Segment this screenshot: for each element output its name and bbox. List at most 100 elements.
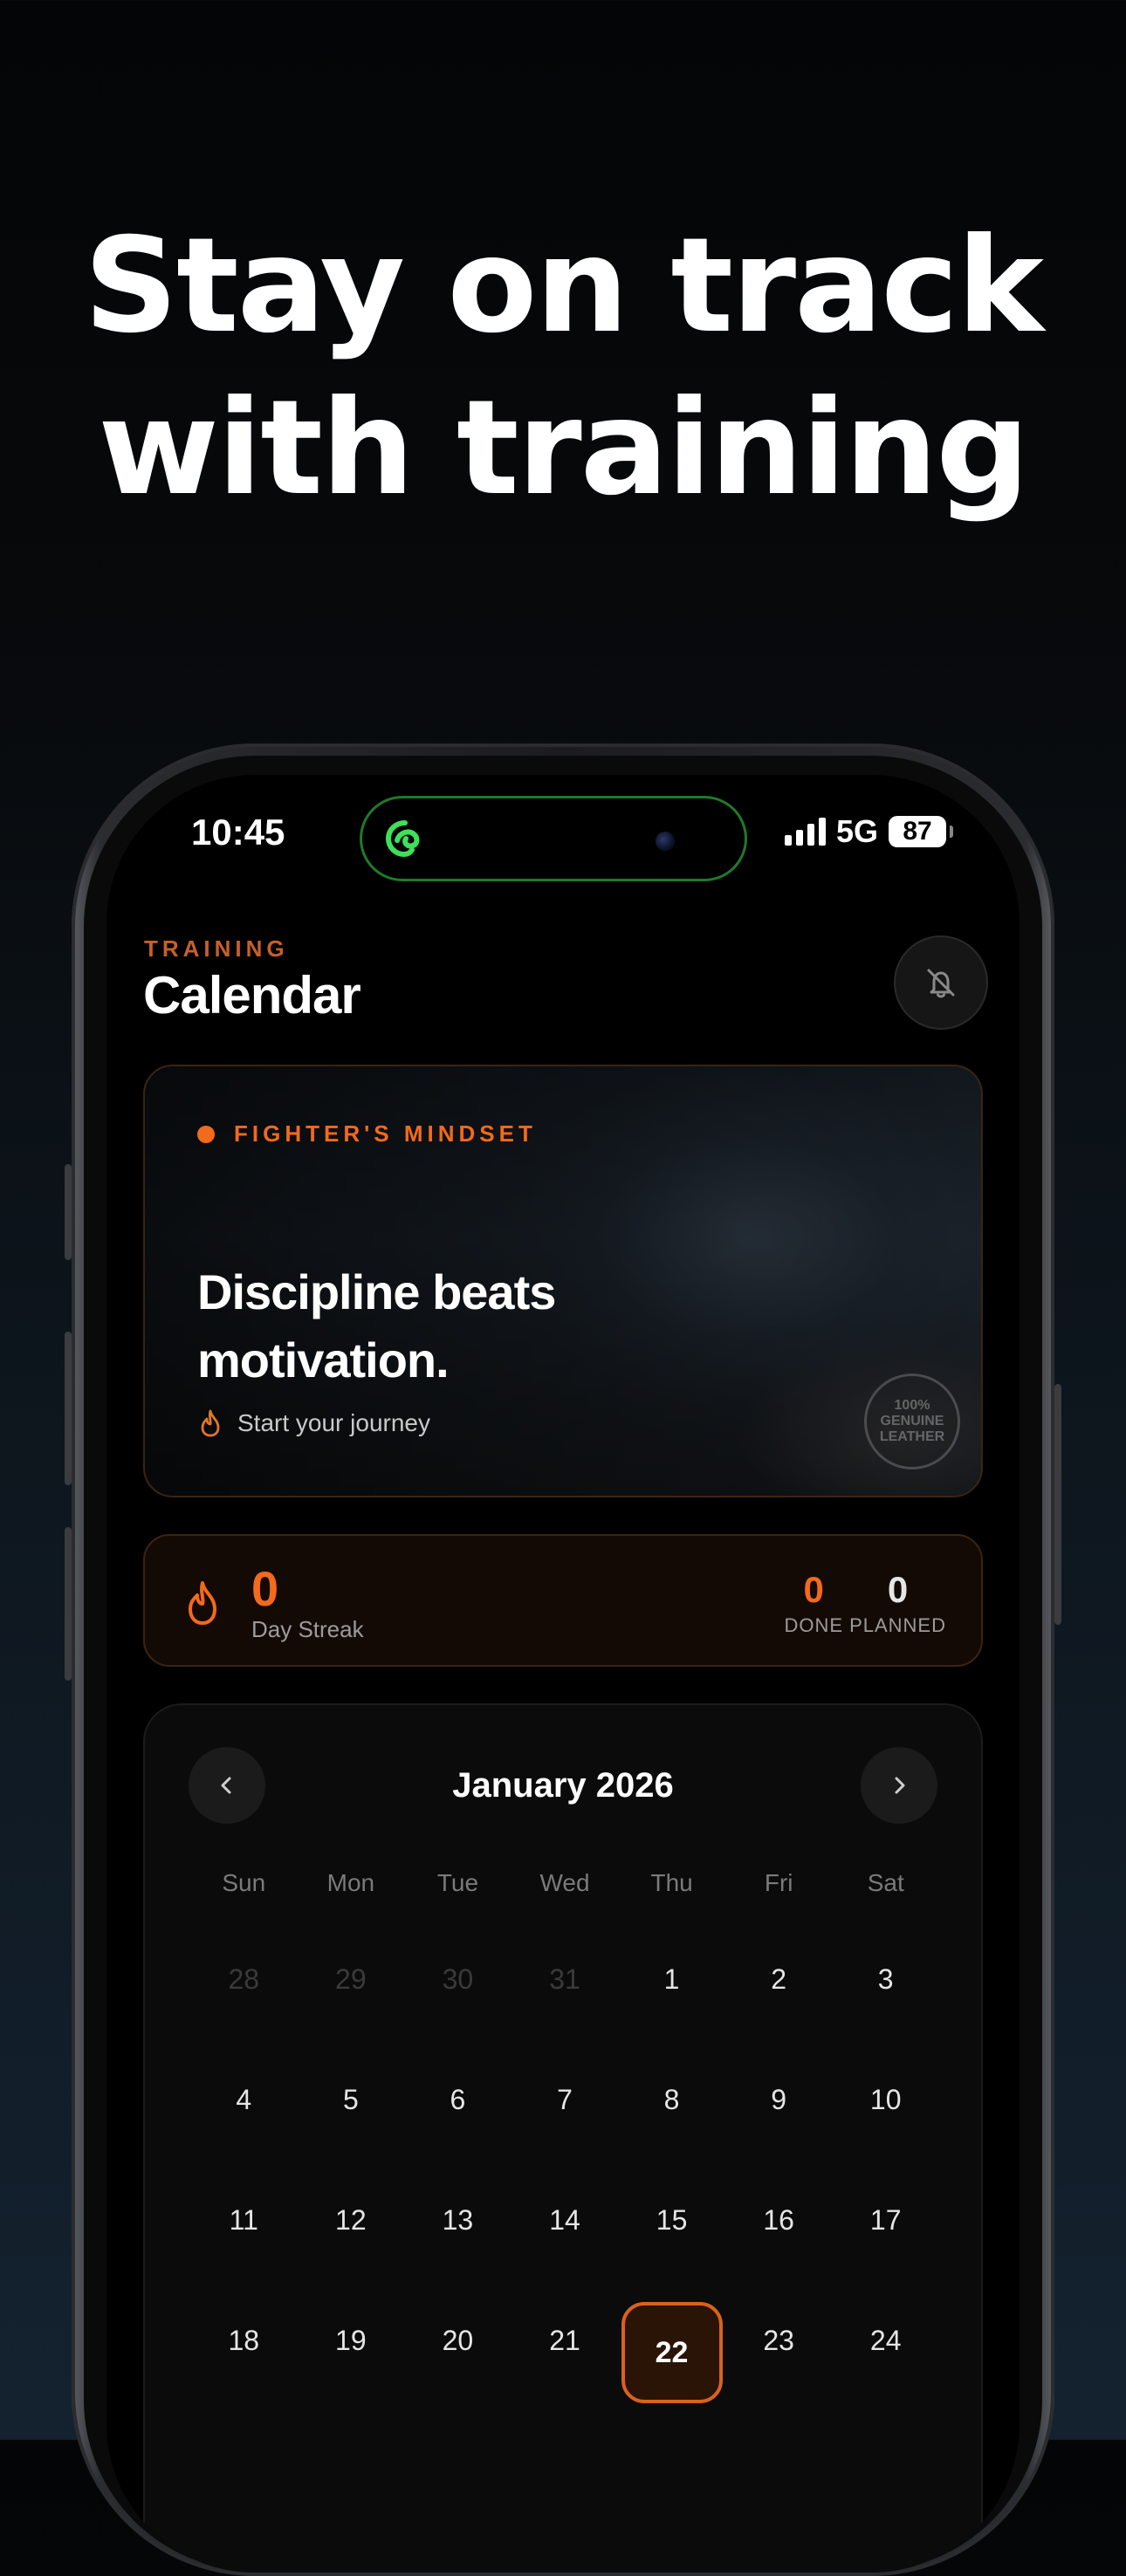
network-type: 5G — [835, 813, 878, 849]
calendar-day[interactable]: 7 — [512, 2061, 619, 2182]
calendar-day[interactable]: 3 — [832, 1941, 939, 2061]
weekday-label: Sat — [867, 1869, 904, 1896]
calendar-day[interactable]: 28 — [190, 1941, 298, 2061]
calendar-day-number: 17 — [869, 2204, 902, 2236]
weekday-label: Fri — [764, 1869, 793, 1896]
calendar-day-number: 8 — [663, 2084, 680, 2115]
calendar-day[interactable]: 23 — [725, 2302, 833, 2422]
weekday-label: Mon — [326, 1869, 375, 1896]
streak-label: Day Streak — [251, 1616, 364, 1642]
weekday-label: Tue — [436, 1869, 479, 1896]
days-grid: 28 29 30 31 1 2 3 4 5 6 7 8 9 10 11 12 13 14 15 16 17 18 19 20 2… — [190, 1941, 939, 2422]
calendar-day-number: 1 — [663, 1963, 680, 1995]
volume-down-button — [65, 1527, 72, 1681]
front-camera — [656, 832, 675, 851]
calendar-day-number: 16 — [763, 2204, 794, 2236]
calendar-day[interactable]: 5 — [298, 2061, 405, 2182]
bell-off-icon — [927, 969, 955, 998]
calendar-day[interactable]: 29 — [298, 1941, 405, 2061]
section-eyebrow: TRAINING — [144, 935, 289, 962]
calendar-day-number: 6 — [450, 2084, 466, 2115]
calendar-card: January 2026 Sun Mon Tue Wed Thu Fri Sat 28 29 3… — [143, 1703, 983, 2573]
calendar-day[interactable]: 15 — [618, 2182, 725, 2302]
flame-icon — [189, 1581, 216, 1625]
calendar-day[interactable]: 2 — [725, 1941, 833, 2061]
calendar-day[interactable]: 19 — [298, 2302, 405, 2422]
calendar-day[interactable]: 17 — [832, 2182, 939, 2302]
streak-card: 0 Day Streak 0 DONE 0 PLANNED — [143, 1534, 983, 1667]
planned-value: 0 — [887, 1569, 909, 1610]
calendar-day-number: 9 — [771, 2084, 787, 2115]
next-month-button[interactable] — [861, 1747, 937, 1824]
calendar-day-number: 28 — [228, 1963, 260, 1995]
weekday-header: Sun Mon Tue Wed Thu Fri Sat — [190, 1869, 939, 1897]
calendar-day-number: 11 — [229, 2204, 258, 2236]
status-time: 10:45 — [191, 812, 285, 853]
calendar-day[interactable]: 10 — [832, 2061, 939, 2182]
mindset-card[interactable]: FIGHTER'S MINDSET Discipline beats motiv… — [143, 1065, 983, 1497]
chevron-right-icon — [895, 1777, 905, 1794]
action-button — [65, 1164, 72, 1260]
calendar-day[interactable]: 9 — [725, 2061, 833, 2182]
calendar-day[interactable]: 1 — [618, 1941, 725, 2061]
calendar-day-number: 31 — [549, 1963, 580, 1995]
calendar-day[interactable]: 18 — [190, 2302, 298, 2422]
calendar-day[interactable]: 16 — [725, 2182, 833, 2302]
calendar-day-number: 15 — [656, 2204, 688, 2236]
status-indicators: 5G 87 — [784, 813, 953, 850]
calendar-day[interactable]: 31 — [512, 1941, 619, 2061]
calendar-day-number: 4 — [236, 2084, 252, 2115]
calendar-day-number: 23 — [763, 2325, 794, 2356]
calendar-day-number: 2 — [771, 1963, 787, 1995]
calendar-day[interactable]: 24 — [832, 2302, 939, 2422]
calendar-day-number: 21 — [549, 2325, 580, 2356]
calendar-day[interactable]: 20 — [404, 2302, 512, 2422]
flame-icon — [201, 1409, 220, 1437]
calendar-day[interactable]: 14 — [512, 2182, 619, 2302]
headline: Stay on track with training — [0, 205, 1126, 530]
battery-icon: 87 — [889, 816, 953, 847]
calendar-day-number: 3 — [877, 1963, 894, 1995]
hero-subtitle-text: Start your journey — [237, 1409, 430, 1436]
calendar-day-number: 20 — [442, 2325, 474, 2356]
power-button — [1054, 1384, 1061, 1625]
hero-quote-line-1: Discipline beats — [197, 1264, 556, 1319]
weekday-label: Thu — [650, 1869, 693, 1896]
hero-eyebrow-label: FIGHTER'S MINDSET — [234, 1120, 537, 1147]
planned-stat: 0 PLANNED — [849, 1569, 946, 1637]
calendar-day[interactable]: 6 — [404, 2061, 512, 2182]
hero-subtitle: Start your journey — [197, 1408, 430, 1438]
calendar-day-number: 18 — [228, 2325, 260, 2356]
weekday-label: Sun — [222, 1869, 266, 1896]
calendar-day-number: 29 — [335, 1963, 367, 1995]
calendar-day-number: 12 — [335, 2204, 367, 2236]
page-title: Calendar — [143, 966, 361, 1024]
calendar-day-number: 22 — [621, 2302, 723, 2403]
weekday-label: Wed — [539, 1869, 590, 1896]
calendar-day[interactable]: 21 — [512, 2302, 619, 2422]
headline-line-2: with training — [98, 373, 1029, 524]
signal-icon — [784, 818, 826, 846]
notifications-button[interactable] — [894, 935, 988, 1030]
hero-quote: Discipline beats motivation. — [197, 1258, 556, 1394]
calendar-day-number: 19 — [335, 2325, 367, 2356]
month-title: January 2026 — [452, 1766, 674, 1805]
headline-line-1: Stay on track — [84, 210, 1044, 362]
dynamic-island[interactable] — [360, 796, 747, 881]
calendar-day-number: 30 — [442, 1963, 474, 1995]
calendar-day[interactable]: 8 — [618, 2061, 725, 2182]
calendar-day-number: 13 — [442, 2204, 474, 2236]
volume-up-button — [65, 1332, 72, 1485]
done-stat: 0 DONE — [784, 1569, 843, 1637]
app-activity-icon — [385, 820, 420, 858]
calendar-day[interactable]: 30 — [404, 1941, 512, 2061]
calendar-day[interactable]: 12 — [298, 2182, 405, 2302]
done-value: 0 — [803, 1569, 824, 1610]
calendar-day-selected[interactable]: 22 — [618, 2302, 725, 2422]
hero-quote-line-2: motivation. — [197, 1333, 450, 1387]
calendar-day[interactable]: 11 — [190, 2182, 298, 2302]
calendar-day[interactable]: 4 — [190, 2061, 298, 2182]
calendar-day-number: 7 — [557, 2084, 573, 2115]
calendar-day[interactable]: 13 — [404, 2182, 512, 2302]
done-label: DONE — [784, 1614, 843, 1636]
